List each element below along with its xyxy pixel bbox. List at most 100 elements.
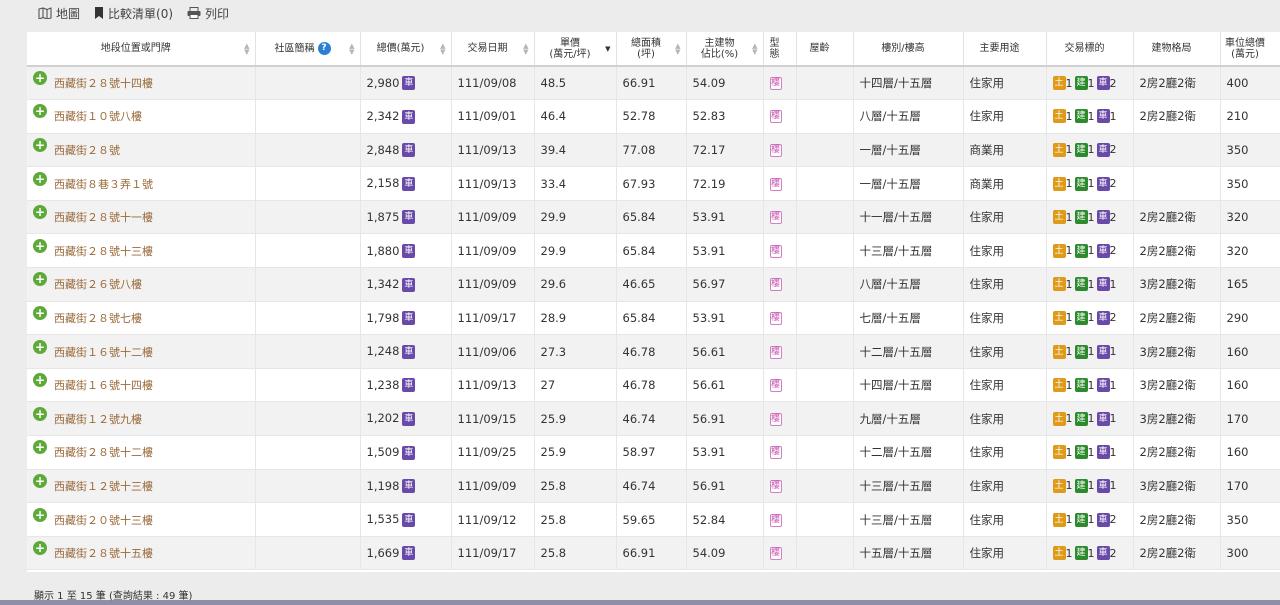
trade-count: 1 — [1087, 345, 1095, 359]
column-header-layout[interactable]: 建物格局 — [1133, 32, 1221, 67]
expand-plus-icon[interactable]: + — [33, 507, 47, 522]
column-header-date[interactable]: 交易日期 ▲ ▼ — [451, 32, 535, 67]
column-header-trade-target[interactable]: 交易標的 — [1046, 32, 1134, 67]
table-row[interactable]: + 西藏街２０號十三樓 1,535 車 111/09/12 25.8 59.65 52.84 樓… — [27, 502, 1280, 537]
column-header-floor[interactable]: 樓別/樓高 — [853, 32, 964, 67]
layout-cell: 3房2廳2衛 — [1133, 469, 1221, 504]
table-row[interactable]: + 西藏街２６號八樓 1,342 車 111/09/09 29.6 46.65 56.97 樓八… — [27, 267, 1280, 302]
address-link[interactable]: + 西藏街１２號十三樓 — [33, 473, 249, 494]
layout-cell: 3房2廳2衛 — [1133, 368, 1221, 403]
expand-plus-icon[interactable]: + — [33, 473, 47, 488]
table-row[interactable]: + 西藏街１６號十四樓 1,238 車 111/09/13 27 46.78 56.61 樓十四… — [27, 368, 1280, 403]
address-link[interactable]: + 西藏街８巷３弄１號 — [33, 171, 249, 192]
building-type-icon: 樓 — [769, 345, 782, 359]
trade-count: 1 — [1109, 479, 1117, 493]
layout-cell: 3房2廳2衛 — [1133, 334, 1221, 369]
expand-plus-icon[interactable]: + — [33, 205, 47, 220]
parking-badge-icon: 車 — [402, 176, 416, 191]
map-button[interactable]: 地圖 — [38, 5, 80, 22]
use-cell: 商業用 — [963, 166, 1047, 201]
column-header-area[interactable]: 總面積 (坪) ▲ ▼ — [616, 32, 687, 67]
trade-count: 1 — [1109, 345, 1117, 359]
floor-cell: 九層/十五層 — [853, 401, 964, 437]
table-row[interactable]: + 西藏街１２號九樓 1,202 車 111/09/15 25.9 46.74 56.91 樓九… — [27, 401, 1280, 437]
building-badge-icon: 建 — [1074, 310, 1088, 325]
table-row[interactable]: + 西藏街２８號十五樓 1,669 車 111/09/17 25.8 66.91 54.09 樓… — [27, 536, 1280, 571]
trade-count: 2 — [1109, 76, 1117, 90]
help-icon[interactable]: ? — [317, 42, 331, 55]
table-row[interactable]: + 西藏街１２號十三樓 1,198 車 111/09/09 25.8 46.74 56.91 樓… — [27, 469, 1280, 504]
trade-count: 1 — [1087, 479, 1095, 493]
type-cell: 樓 — [763, 233, 797, 269]
table-row[interactable]: + 西藏街２８號十三樓 1,880 車 111/09/09 29.9 65.84 53.91 樓… — [27, 233, 1280, 269]
address-link[interactable]: + 西藏街２８號十一樓 — [33, 205, 249, 225]
address-link[interactable]: + 西藏街２８號七樓 — [33, 305, 249, 326]
column-header-community[interactable]: 社區簡稱? ▲ ▼ — [255, 32, 361, 67]
building-type-icon: 樓 — [769, 110, 782, 124]
table-row[interactable]: + 西藏街１０號八樓 2,342 車 111/09/01 46.4 52.78 52.83 樓八… — [27, 99, 1280, 134]
expand-plus-icon[interactable]: + — [33, 171, 47, 186]
type-cell: 樓 — [763, 435, 797, 470]
trade-target-cell: 土1建1車2 — [1046, 66, 1134, 101]
expand-plus-icon[interactable]: + — [33, 104, 47, 119]
table-row[interactable]: + 西藏街２８號十四樓 2,980 車 111/09/08 48.5 66.91 54.09 樓… — [27, 66, 1280, 101]
area-cell: 52.78 — [616, 99, 687, 134]
address-text: 西藏街２０號十三樓 — [54, 513, 153, 527]
address-link[interactable]: + 西藏街２６號八樓 — [33, 272, 249, 292]
expand-plus-icon[interactable]: + — [33, 272, 47, 287]
expand-plus-icon[interactable]: + — [33, 137, 47, 152]
column-header-main-ratio[interactable]: 主建物 佔比(%) ▲ ▼ — [686, 32, 764, 67]
total-price-cell: 1,248 車 — [360, 334, 452, 369]
table-row[interactable]: + 西藏街２８號十一樓 1,875 車 111/09/09 29.9 65.84 53.91 樓… — [27, 200, 1280, 235]
column-header-type[interactable]: 型態 — [763, 32, 797, 67]
type-cell: 樓 — [763, 99, 797, 134]
compare-list-button[interactable]: 比較清單(0) — [94, 5, 173, 22]
date-cell: 111/09/09 — [451, 267, 535, 302]
table-row[interactable]: + 西藏街２８號 2,848 車 111/09/13 39.4 77.08 72.17 樓一層/… — [27, 133, 1280, 168]
expand-plus-icon[interactable]: + — [33, 238, 47, 253]
expand-plus-icon[interactable]: + — [33, 440, 47, 455]
column-header-use[interactable]: 主要用途 — [963, 32, 1047, 67]
parking-badge-icon: 車 — [402, 411, 416, 426]
address-link[interactable]: + 西藏街１６號十四樓 — [33, 373, 249, 393]
unit-price-cell: 29.6 — [534, 267, 617, 302]
address-link[interactable]: + 西藏街２０號十三樓 — [33, 507, 249, 528]
sort-desc-icon: ▼ — [605, 44, 611, 53]
address-text: 西藏街２８號七樓 — [54, 311, 142, 325]
address-link[interactable]: + 西藏街１２號九樓 — [33, 406, 249, 427]
address-link[interactable]: + 西藏街１０號八樓 — [33, 104, 249, 124]
expand-plus-icon[interactable]: + — [33, 406, 47, 421]
parking-badge-icon: 車 — [1096, 411, 1110, 426]
column-header-address[interactable]: 地段位置或門牌 ▲ ▼ — [27, 32, 256, 67]
expand-plus-icon[interactable]: + — [33, 71, 47, 86]
expand-plus-icon[interactable]: + — [33, 339, 47, 354]
address-link[interactable]: + 西藏街２８號十五樓 — [33, 541, 249, 561]
column-header-label: 主要用途 — [979, 43, 1020, 54]
trade-target: 土1建1車2 — [1052, 76, 1127, 91]
table-row[interactable]: + 西藏街１６號十二樓 1,248 車 111/09/06 27.3 46.78 56.61 樓… — [27, 334, 1280, 369]
area-cell: 46.78 — [616, 334, 687, 369]
table-row[interactable]: + 西藏街２８號十二樓 1,509 車 111/09/25 25.9 58.97 53.91 樓… — [27, 435, 1280, 470]
parking-badge-icon: 車 — [402, 311, 416, 326]
table-row[interactable]: + 西藏街８巷３弄１號 2,158 車 111/09/13 33.4 67.93 72.19 樓… — [27, 166, 1280, 201]
column-header-parking-price[interactable]: 車位總價 (萬元) — [1220, 32, 1280, 67]
results-panel: 地圖 比較清單(0) 列印 地段位置或門牌 ▲ ▼ 社區簡稱? ▲ ▼ 總價(萬元) ▲ ▼ 交易… — [0, 0, 1280, 602]
address-link[interactable]: + 西藏街２８號十三樓 — [33, 238, 249, 259]
address-link[interactable]: + 西藏街２８號 — [33, 137, 249, 158]
column-header-unit-price[interactable]: 單價 (萬元/坪) ▼ — [534, 32, 617, 67]
expand-plus-icon[interactable]: + — [33, 305, 47, 320]
address-link[interactable]: + 西藏街２８號十二樓 — [33, 440, 249, 460]
column-header-total-price[interactable]: 總價(萬元) ▲ ▼ — [360, 32, 452, 67]
transactions-table: 地段位置或門牌 ▲ ▼ 社區簡稱? ▲ ▼ 總價(萬元) ▲ ▼ 交易日期 ▲ ▼ 單價 (萬元/坪) ▼ 總… — [27, 32, 1280, 571]
address-link[interactable]: + 西藏街１６號十二樓 — [33, 339, 249, 360]
print-button[interactable]: 列印 — [187, 5, 229, 22]
column-header-age[interactable]: 屋齡 — [796, 32, 854, 67]
expand-plus-icon[interactable]: + — [33, 541, 47, 556]
expand-plus-icon[interactable]: + — [33, 373, 47, 388]
area-cell: 46.65 — [616, 267, 687, 302]
type-cell: 樓 — [763, 469, 797, 504]
address-link[interactable]: + 西藏街２８號十四樓 — [33, 71, 249, 91]
trade-count: 1 — [1087, 210, 1095, 224]
main-ratio-cell: 53.91 — [686, 233, 764, 269]
table-row[interactable]: + 西藏街２８號七樓 1,798 車 111/09/17 28.9 65.84 53.91 樓七… — [27, 301, 1280, 336]
